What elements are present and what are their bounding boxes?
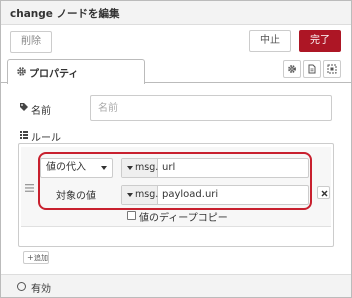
- done-button[interactable]: 完了: [299, 30, 341, 52]
- description-button[interactable]: [303, 60, 321, 78]
- tabs-bar: プロパティ: [1, 57, 351, 84]
- deep-copy-checkbox[interactable]: [127, 211, 136, 220]
- add-rule-button[interactable]: + 追加: [23, 251, 49, 264]
- description-icon: [308, 64, 316, 74]
- remove-rule-button[interactable]: [317, 186, 330, 199]
- enabled-toggle-icon[interactable]: [17, 282, 26, 291]
- close-icon: [321, 190, 328, 197]
- deep-copy-label: 値のディープコピー: [139, 213, 228, 224]
- tab-properties[interactable]: プロパティ: [7, 59, 145, 84]
- delete-button[interactable]: 削除: [10, 31, 52, 53]
- name-label: 名前: [31, 106, 51, 117]
- tray-footer: 有効: [1, 274, 351, 297]
- gear-icon: [17, 67, 26, 76]
- plus-icon: +: [27, 253, 34, 262]
- appearance-icon: [327, 64, 337, 74]
- node-settings-button[interactable]: [283, 60, 301, 78]
- add-rule-label: 追加: [34, 254, 48, 262]
- tag-icon: [20, 103, 28, 111]
- name-input[interactable]: [90, 95, 332, 121]
- tab-properties-label: プロパティ: [29, 69, 79, 80]
- gear-icon: [288, 65, 296, 73]
- tray-header: change ノードを編集: [1, 1, 351, 25]
- rules-label: ルール: [31, 133, 61, 144]
- cancel-button[interactable]: 中止: [249, 30, 291, 52]
- enabled-label: 有効: [31, 284, 51, 295]
- list-icon: [20, 131, 28, 139]
- highlight-annotation: [38, 152, 312, 210]
- appearance-button[interactable]: [323, 60, 341, 78]
- edit-tray: change ノードを編集 削除 中止 完了 プロパティ 名前 名前 ルール 値…: [0, 0, 352, 298]
- drag-handle-icon[interactable]: [25, 184, 34, 192]
- tray-title: change ノードを編集: [10, 8, 120, 20]
